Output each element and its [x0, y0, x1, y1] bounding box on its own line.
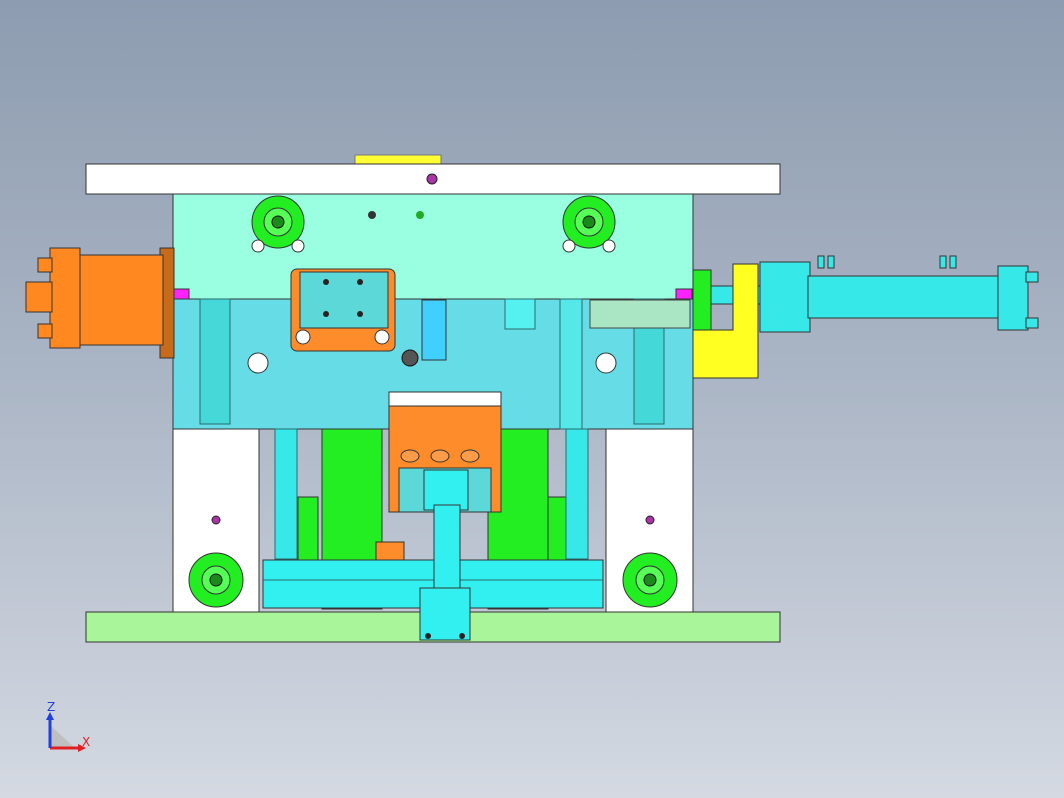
- slide-cover-plate[interactable]: [290, 268, 396, 352]
- top-plate-screw-icon: [426, 173, 438, 185]
- guide-bushing-left[interactable]: [251, 195, 305, 253]
- cad-viewport[interactable]: X Z: [0, 0, 1064, 798]
- hydraulic-cylinder-right[interactable]: [710, 255, 1039, 333]
- hydraulic-motor-left[interactable]: [25, 247, 175, 359]
- side-pad-right: [675, 288, 693, 300]
- guide-bushing-right[interactable]: [562, 195, 616, 253]
- x-axis-label: X: [82, 735, 90, 749]
- spring-lower-left[interactable]: [188, 552, 244, 608]
- green-pad-right: [692, 269, 712, 331]
- axis-triad: X Z: [46, 700, 90, 752]
- side-pad-left: [172, 288, 190, 300]
- top-clamp-plate[interactable]: [85, 163, 781, 195]
- z-axis-label: Z: [47, 700, 55, 714]
- spring-lower-right[interactable]: [622, 552, 678, 608]
